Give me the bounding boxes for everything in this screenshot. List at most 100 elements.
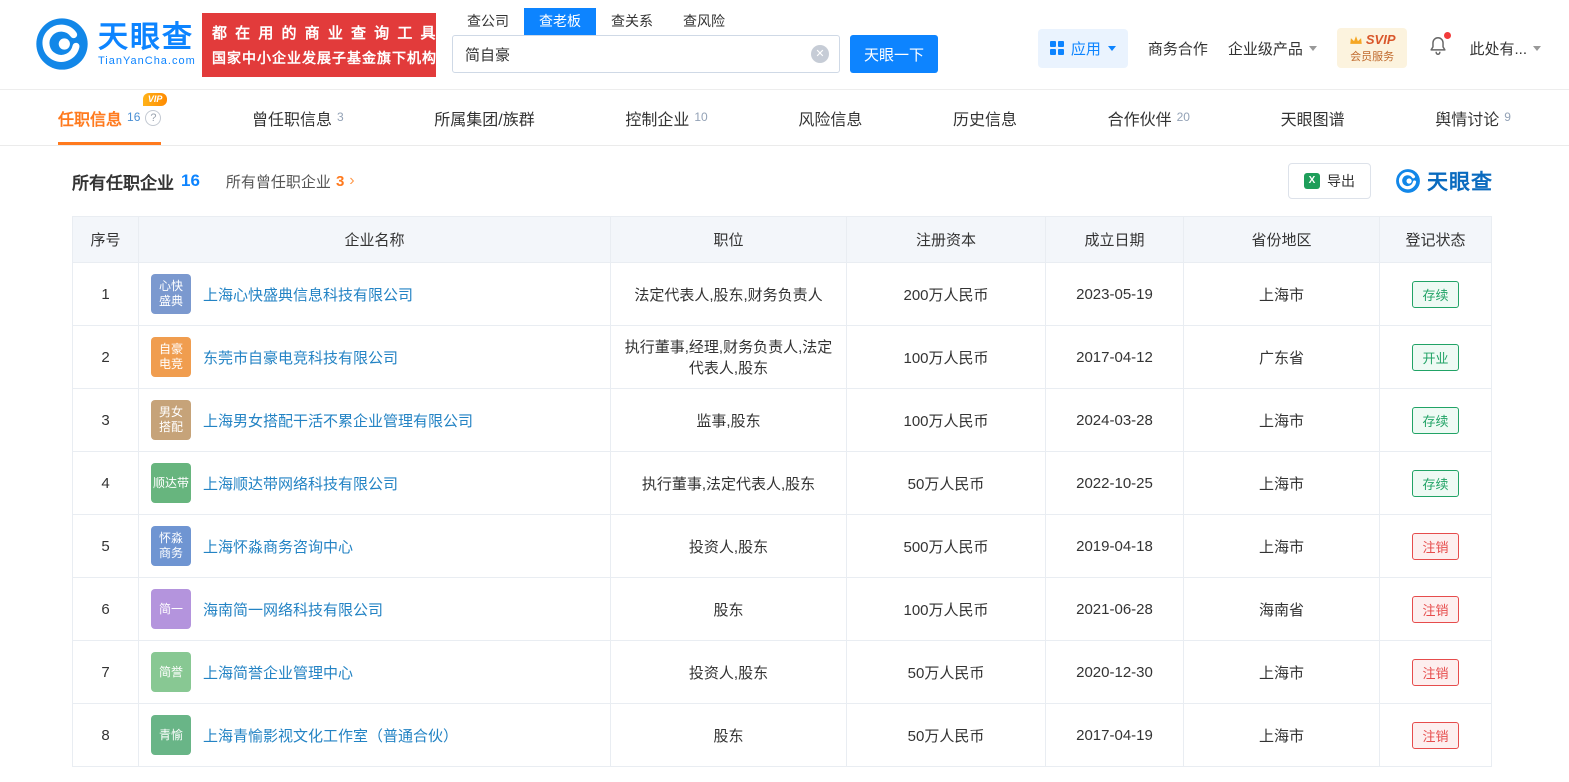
province-cell: 海南省 <box>1183 577 1380 641</box>
tab-label: 舆情讨论 <box>1435 111 1500 129</box>
tab-group[interactable]: 所属集团/族群 <box>434 90 534 145</box>
tianyancha-eye-icon <box>36 18 88 70</box>
seq-cell: 8 <box>72 703 139 767</box>
company-link[interactable]: 上海怀淼商务咨询中心 <box>203 536 353 557</box>
province-cell: 上海市 <box>1183 703 1380 767</box>
tab-history-info[interactable]: 历史信息 <box>953 90 1017 145</box>
brand-name: 天眼查 <box>98 21 194 54</box>
tab-graph[interactable]: 天眼图谱 <box>1281 90 1345 145</box>
tab-label: 合作伙伴 <box>1107 111 1172 129</box>
company-logo-text: 简一 <box>158 601 183 616</box>
tab-risk-info[interactable]: 风险信息 <box>798 90 862 145</box>
brand-logo[interactable]: 天眼查 TianYanCha.com <box>34 16 196 72</box>
province-cell: 上海市 <box>1183 640 1380 704</box>
header-right-nav: 应用 商务合作 企业级产品 SVIP 会员服务 此处有... <box>1037 28 1541 68</box>
search-input[interactable] <box>453 36 839 72</box>
col-company: 企业名称 <box>138 216 611 263</box>
status-badge: 开业 <box>1412 343 1459 371</box>
tab-public-opinion[interactable]: 舆情讨论 9 <box>1435 90 1511 145</box>
clear-icon[interactable]: ✕ <box>811 45 829 63</box>
chevron-down-icon <box>1308 45 1317 51</box>
company-logo-text: 自豪 <box>158 342 183 356</box>
capital-cell: 500万人民币 <box>846 514 1046 578</box>
company-logo: 青愉 <box>151 715 191 755</box>
position-cell: 股东 <box>610 577 847 641</box>
tab-count: 16 <box>127 109 141 124</box>
enterprise-label: 企业级产品 <box>1227 40 1303 58</box>
past-positions-label: 所有曾任职企业 <box>225 173 331 191</box>
company-link[interactable]: 上海男女搭配干活不累企业管理有限公司 <box>203 410 473 431</box>
status-badge: 存续 <box>1412 469 1459 497</box>
seq-cell: 2 <box>72 325 139 389</box>
nav-enterprise-products[interactable]: 企业级产品 <box>1228 38 1317 59</box>
user-account-menu[interactable]: 此处有... <box>1469 38 1541 59</box>
company-link[interactable]: 上海简誉企业管理中心 <box>203 662 353 683</box>
search-tab-relation[interactable]: 查关系 <box>596 8 668 35</box>
company-link[interactable]: 海南简一网络科技有限公司 <box>203 599 383 620</box>
status-badge: 注销 <box>1412 658 1459 686</box>
user-name: 此处有... <box>1469 40 1527 58</box>
tab-label: 控制企业 <box>625 111 690 129</box>
table-row: 1 心快 盛典 上海心快盛典信息科技有限公司 法定代表人,股东,财务负责人 20… <box>72 262 1492 326</box>
nav-business-coop[interactable]: 商务合作 <box>1148 38 1208 59</box>
province-cell: 广东省 <box>1183 325 1380 389</box>
tab-positions[interactable]: VIP 任职信息 16 ? <box>58 90 168 145</box>
position-cell: 法定代表人,股东,财务负责人 <box>610 262 847 326</box>
company-link[interactable]: 上海青愉影视文化工作室（普通合伙） <box>203 725 458 746</box>
watermark-brand: 天眼查 <box>1395 166 1493 196</box>
promo-banner[interactable]: 都 在 用 的 商 业 查 询 工 具 国家中小企业发展子基金旗下机构 <box>202 13 436 77</box>
company-logo-text: 心快 <box>158 279 183 293</box>
status-badge: 存续 <box>1412 406 1459 434</box>
date-cell: 2017-04-19 <box>1045 703 1184 767</box>
position-cell: 投资人,股东 <box>610 640 847 704</box>
company-link[interactable]: 上海心快盛典信息科技有限公司 <box>203 284 413 305</box>
status-badge: 注销 <box>1412 721 1459 749</box>
seq-cell: 4 <box>72 451 139 515</box>
notification-dot <box>1444 31 1452 39</box>
header: 天眼查 TianYanCha.com 都 在 用 的 商 业 查 询 工 具 国… <box>0 0 1569 90</box>
svip-member-badge[interactable]: SVIP 会员服务 <box>1336 28 1408 68</box>
capital-cell: 100万人民币 <box>846 388 1046 452</box>
section-count: 16 <box>181 171 200 190</box>
company-logo-text: 顺达带 <box>152 475 189 490</box>
seq-cell: 7 <box>72 640 139 704</box>
apps-menu-button[interactable]: 应用 <box>1037 28 1128 68</box>
notification-bell-icon[interactable] <box>1427 31 1452 62</box>
chevron-right-icon: › <box>349 172 355 189</box>
positions-table: 序号 企业名称 职位 注册资本 成立日期 省份地区 登记状态 1 心快 盛典 上… <box>72 216 1492 767</box>
tab-controlled-companies[interactable]: 控制企业 10 <box>625 90 707 145</box>
search-button[interactable]: 天眼一下 <box>850 35 938 73</box>
brand-domain: TianYanCha.com <box>98 55 196 67</box>
company-link[interactable]: 上海顺达带网络科技有限公司 <box>203 473 398 494</box>
position-cell: 投资人,股东 <box>610 514 847 578</box>
col-province: 省份地区 <box>1183 216 1380 263</box>
company-link[interactable]: 东莞市自豪电竞科技有限公司 <box>203 347 398 368</box>
company-logo-text: 盛典 <box>158 294 183 308</box>
company-logo-text: 青愉 <box>158 727 183 742</box>
table-row: 5 怀淼 商务 上海怀淼商务咨询中心 投资人,股东 500万人民币 2019-0… <box>72 514 1492 578</box>
seq-cell: 1 <box>72 262 139 326</box>
seq-cell: 6 <box>72 577 139 641</box>
col-capital: 注册资本 <box>846 216 1046 263</box>
capital-cell: 50万人民币 <box>846 703 1046 767</box>
past-positions-link[interactable]: 所有曾任职企业 3 › <box>226 171 355 192</box>
search-tab-boss[interactable]: 查老板 <box>524 8 596 35</box>
company-logo: 心快 盛典 <box>151 274 191 314</box>
export-button[interactable]: X 导出 <box>1288 163 1371 199</box>
help-icon[interactable]: ? <box>145 109 162 126</box>
date-cell: 2017-04-12 <box>1045 325 1184 389</box>
tab-partners[interactable]: 合作伙伴 20 <box>1108 90 1190 145</box>
table-row: 2 自豪 电竞 东莞市自豪电竞科技有限公司 执行董事,经理,财务负责人,法定代表… <box>72 325 1492 389</box>
table-row: 6 简一 海南简一网络科技有限公司 股东 100万人民币 2021-06-28 … <box>72 577 1492 641</box>
promo-line2: 国家中小企业发展子基金旗下机构 <box>212 50 437 66</box>
tab-past-positions[interactable]: 曾任职信息 3 <box>252 90 344 145</box>
watermark-brand-text: 天眼查 <box>1427 171 1493 194</box>
search-tab-company[interactable]: 查公司 <box>452 8 524 35</box>
vip-badge: VIP <box>142 93 168 106</box>
promo-line1: 都 在 用 的 商 业 查 询 工 具 <box>212 25 438 42</box>
date-cell: 2019-04-18 <box>1045 514 1184 578</box>
position-cell: 股东 <box>610 703 847 767</box>
position-cell: 监事,股东 <box>610 388 847 452</box>
search-tab-risk[interactable]: 查风险 <box>668 8 740 35</box>
seq-cell: 3 <box>72 388 139 452</box>
